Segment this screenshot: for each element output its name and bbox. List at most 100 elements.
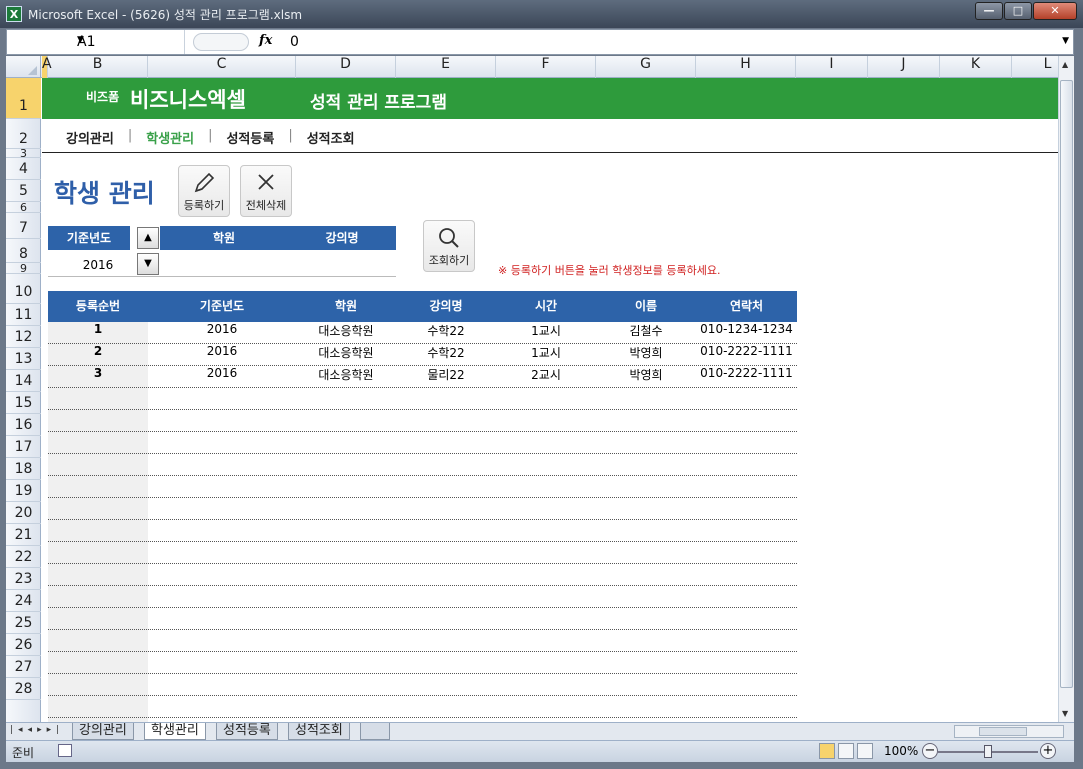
column-header-b[interactable]: B: [48, 56, 148, 78]
column-header-h[interactable]: H: [696, 56, 796, 78]
cell-academy: 대소응학원: [318, 368, 374, 382]
nav-item-course[interactable]: 강의관리: [66, 128, 114, 147]
row-header-16[interactable]: 16: [6, 414, 41, 436]
tab-student[interactable]: 학생관리: [144, 723, 206, 740]
row-header-3[interactable]: 3: [6, 148, 41, 159]
table-row-empty[interactable]: [48, 476, 797, 498]
horizontal-scrollbar[interactable]: [954, 725, 1064, 738]
column-header-d[interactable]: D: [296, 56, 396, 78]
zoom-level[interactable]: 100%: [884, 744, 918, 758]
row-header-13[interactable]: 13: [6, 348, 41, 370]
filter-course-value[interactable]: [288, 254, 396, 276]
table-row[interactable]: 1 2016 대소응학원 수학22 1교시 김철수 010-1234-1234: [48, 322, 797, 344]
nav-item-student[interactable]: 학생관리: [146, 128, 194, 147]
column-header-g[interactable]: G: [596, 56, 696, 78]
table-row[interactable]: 3 2016 대소응학원 물리22 2교시 박영희 010-2222-1111: [48, 366, 797, 388]
column-header-j[interactable]: J: [868, 56, 940, 78]
table-row-empty[interactable]: [48, 564, 797, 586]
tab-navigation-icon[interactable]: |◂◂▸▸|: [10, 725, 64, 735]
filter-academy-value[interactable]: [160, 254, 288, 276]
row-header-4[interactable]: 4: [6, 158, 41, 180]
year-up-arrow-icon[interactable]: ▲: [137, 227, 159, 249]
maximize-button[interactable]: □: [1004, 2, 1032, 20]
cell-year: 2016: [206, 366, 238, 380]
row-header-1[interactable]: 1: [6, 78, 41, 119]
tab-grade-lookup[interactable]: 성적조회: [288, 723, 350, 740]
row-header-20[interactable]: 20: [6, 502, 41, 524]
vertical-scrollbar[interactable]: ▲ ▼: [1058, 56, 1074, 722]
column-header-c[interactable]: C: [148, 56, 296, 78]
table-row-empty[interactable]: [48, 388, 797, 410]
page-layout-view-icon[interactable]: [838, 743, 854, 759]
delete-all-button[interactable]: 전체삭제: [240, 165, 292, 217]
table-row-empty[interactable]: [48, 586, 797, 608]
row-header-22[interactable]: 22: [6, 546, 41, 568]
column-header-k[interactable]: K: [940, 56, 1012, 78]
row-header-15[interactable]: 15: [6, 392, 41, 414]
column-header-l[interactable]: L: [1012, 56, 1058, 78]
row-header-19[interactable]: 19: [6, 480, 41, 502]
horizontal-scroll-thumb[interactable]: [979, 727, 1027, 736]
row-header-27[interactable]: 27: [6, 656, 41, 678]
row-header-10[interactable]: 10: [6, 274, 41, 304]
tab-course[interactable]: 강의관리: [72, 723, 134, 740]
row-header-9[interactable]: 9: [6, 263, 41, 274]
close-button[interactable]: ✕: [1033, 2, 1077, 20]
row-header-24[interactable]: 24: [6, 590, 41, 612]
register-button[interactable]: 등록하기: [178, 165, 230, 217]
row-header-25[interactable]: 25: [6, 612, 41, 634]
table-row-empty[interactable]: [48, 696, 797, 718]
row-header-8[interactable]: 8: [6, 239, 41, 263]
row-header-5[interactable]: 5: [6, 180, 41, 202]
formula-input[interactable]: 0: [290, 34, 299, 50]
row-header-17[interactable]: 17: [6, 436, 41, 458]
table-row-empty[interactable]: [48, 454, 797, 476]
nav-item-grade-lookup[interactable]: 성적조회: [307, 128, 355, 147]
filter-year-value[interactable]: 2016: [48, 254, 148, 276]
page-break-view-icon[interactable]: [857, 743, 873, 759]
table-row-empty[interactable]: [48, 432, 797, 454]
row-header-21[interactable]: 21: [6, 524, 41, 546]
row-header-18[interactable]: 18: [6, 458, 41, 480]
vertical-scroll-thumb[interactable]: [1060, 80, 1073, 688]
select-all-button[interactable]: [6, 56, 41, 78]
chevron-down-icon[interactable]: ▼: [77, 35, 180, 45]
table-row[interactable]: 2 2016 대소응학원 수학22 1교시 박영희 010-2222-1111: [48, 344, 797, 366]
row-header-14[interactable]: 14: [6, 370, 41, 392]
table-row-empty[interactable]: [48, 674, 797, 696]
table-row-empty[interactable]: [48, 498, 797, 520]
row-header-26[interactable]: 26: [6, 634, 41, 656]
name-box[interactable]: A1 ▼: [7, 30, 185, 54]
insert-function-icon[interactable]: fx: [259, 33, 272, 48]
row-header-11[interactable]: 11: [6, 304, 41, 326]
column-header-i[interactable]: I: [796, 56, 868, 78]
table-row-empty[interactable]: [48, 520, 797, 542]
year-down-arrow-icon[interactable]: ▼: [137, 253, 159, 275]
row-header-23[interactable]: 23: [6, 568, 41, 590]
table-row-empty[interactable]: [48, 542, 797, 564]
column-header-e[interactable]: E: [396, 56, 496, 78]
search-button[interactable]: 조회하기: [423, 220, 475, 272]
table-row-empty[interactable]: [48, 630, 797, 652]
scroll-up-icon[interactable]: ▲: [1062, 60, 1068, 69]
tab-grade-entry[interactable]: 성적등록: [216, 723, 278, 740]
expand-formula-icon[interactable]: ▼: [1062, 36, 1069, 46]
row-header-7[interactable]: 7: [6, 213, 41, 239]
row-header-2[interactable]: 2: [6, 119, 41, 149]
zoom-out-icon[interactable]: −: [922, 743, 938, 759]
row-header-6[interactable]: 6: [6, 202, 41, 213]
zoom-slider-knob[interactable]: [984, 745, 992, 758]
nav-item-grade-entry[interactable]: 성적등록: [226, 128, 274, 147]
row-header-28[interactable]: 28: [6, 678, 41, 700]
zoom-in-icon[interactable]: +: [1040, 743, 1056, 759]
table-row-empty[interactable]: [48, 410, 797, 432]
insert-sheet-icon[interactable]: [360, 723, 390, 740]
scroll-down-icon[interactable]: ▼: [1062, 709, 1068, 718]
macro-record-icon[interactable]: [58, 744, 72, 757]
table-row-empty[interactable]: [48, 652, 797, 674]
minimize-button[interactable]: —: [975, 2, 1003, 20]
normal-view-icon[interactable]: [819, 743, 835, 759]
column-header-f[interactable]: F: [496, 56, 596, 78]
table-row-empty[interactable]: [48, 608, 797, 630]
row-header-12[interactable]: 12: [6, 326, 41, 348]
